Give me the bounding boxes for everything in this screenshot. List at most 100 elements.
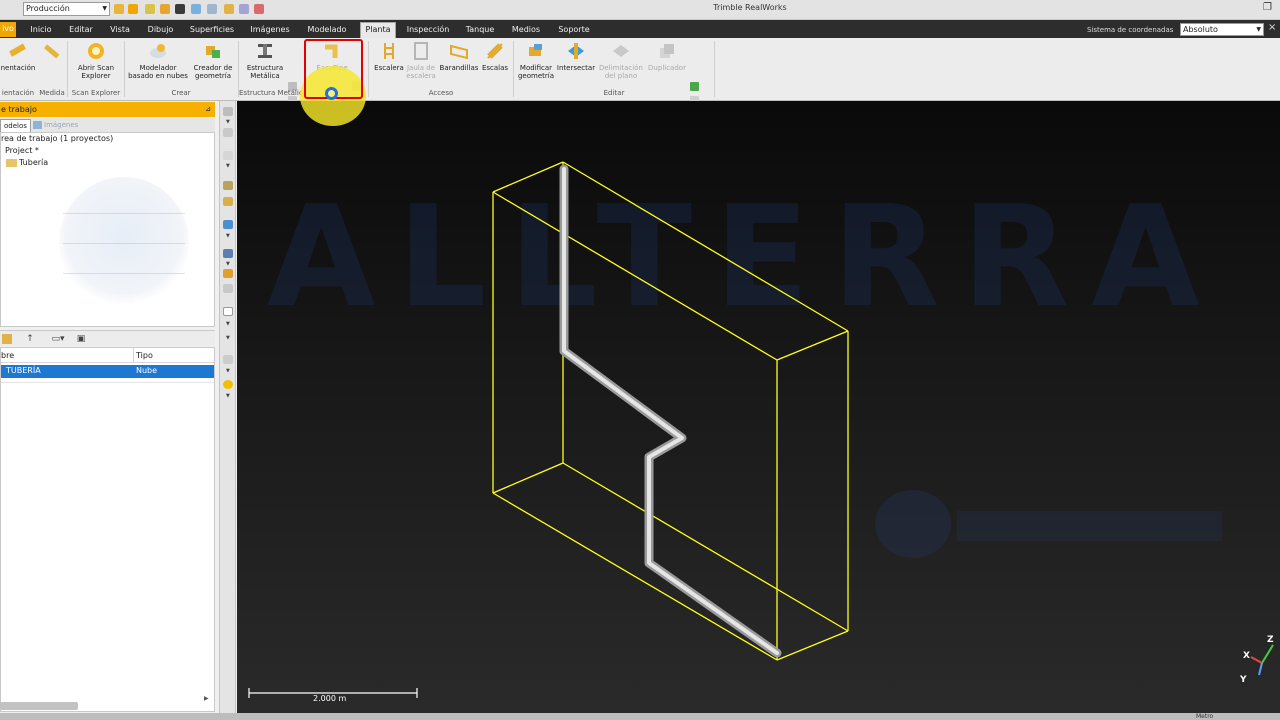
measure-button[interactable] bbox=[40, 41, 64, 64]
bounding-box bbox=[492, 161, 849, 661]
orientation-button[interactable]: nentación bbox=[0, 41, 36, 72]
warning-icon[interactable] bbox=[223, 269, 233, 278]
rotate-icon[interactable] bbox=[223, 107, 233, 116]
cloud-modeler-label: Modelador basado en nubes bbox=[128, 64, 188, 80]
ladder-button[interactable]: Escalera bbox=[372, 41, 406, 72]
column-type-header[interactable]: Tipo bbox=[136, 351, 153, 360]
status-bar bbox=[0, 713, 1280, 720]
clip-icon[interactable] bbox=[223, 355, 233, 364]
tab-editar[interactable]: Editar bbox=[65, 23, 97, 38]
tab-medios[interactable]: Medios bbox=[507, 23, 545, 38]
duplicator-label: Duplicador bbox=[648, 64, 686, 72]
chevron-down-icon[interactable]: ▼ bbox=[226, 368, 230, 374]
cloud-modeler-icon bbox=[150, 44, 166, 58]
chevron-down-icon[interactable]: ▼ bbox=[226, 321, 230, 327]
axis-gizmo[interactable]: Z X Y bbox=[1239, 635, 1274, 685]
tab-planta[interactable]: Planta bbox=[360, 22, 396, 38]
open-scan-explorer-button[interactable]: Abrir Scan Explorer bbox=[72, 41, 120, 80]
tab-file[interactable]: ivo bbox=[0, 22, 16, 37]
tab-superficies[interactable]: Superficies bbox=[186, 23, 238, 38]
zoom-icon[interactable] bbox=[223, 181, 233, 190]
tab-imagenes[interactable]: Imágenes bbox=[246, 23, 294, 38]
logo-watermark-line bbox=[63, 273, 185, 274]
tree-item-pipe[interactable]: Tubería bbox=[6, 158, 48, 167]
scroll-right-icon[interactable]: ▶ bbox=[204, 695, 214, 711]
cage-ladder-icon bbox=[414, 42, 428, 60]
duplicator-button[interactable]: Duplicador bbox=[645, 41, 689, 72]
geometry-creator-button[interactable]: Creador de geometría bbox=[191, 41, 235, 80]
measure-icon[interactable] bbox=[224, 4, 234, 14]
tab-modelado[interactable]: Modelado bbox=[302, 23, 352, 38]
window-icon[interactable] bbox=[207, 4, 217, 14]
watermark-logo-text bbox=[957, 511, 1222, 541]
tab-images[interactable]: Imágenes bbox=[30, 119, 81, 132]
3d-viewport[interactable]: ALLTERRA Z X Y 2.000 m bbox=[237, 101, 1280, 713]
up-arrow-icon[interactable]: ↑ bbox=[25, 334, 35, 344]
group-measure-label: Medida bbox=[39, 89, 65, 97]
close-icon[interactable]: × bbox=[1268, 22, 1276, 33]
tab-vista[interactable]: Vista bbox=[104, 23, 136, 38]
intersect-button[interactable]: Intersectar bbox=[556, 41, 596, 72]
table-row[interactable]: TUBERÍA Nube bbox=[1, 365, 214, 378]
box-icon[interactable] bbox=[223, 307, 233, 316]
grid-icon[interactable] bbox=[223, 284, 233, 293]
properties-icon[interactable]: ▣ bbox=[76, 334, 86, 344]
chevron-down-icon[interactable]: ▼ bbox=[226, 335, 230, 341]
group-orientation-label: ientación bbox=[1, 89, 35, 97]
scene: Z X Y bbox=[248, 161, 1274, 698]
tab-models[interactable]: odelos bbox=[0, 119, 31, 132]
column-divider[interactable] bbox=[133, 348, 134, 363]
chevron-down-icon[interactable]: ▼ bbox=[226, 393, 230, 399]
horizontal-scrollbar[interactable] bbox=[0, 702, 78, 710]
column-name-header[interactable]: bre bbox=[1, 351, 14, 360]
chevron-down-icon[interactable]: ▼ bbox=[226, 261, 230, 267]
pin-icon[interactable]: ⊿ bbox=[205, 102, 211, 117]
ladder-icon bbox=[384, 43, 394, 59]
edit-icon[interactable] bbox=[239, 4, 249, 14]
cloud-modeler-button[interactable]: Modelador basado en nubes bbox=[126, 41, 190, 80]
no-icon[interactable] bbox=[254, 4, 264, 14]
stairs-button[interactable]: Escalas bbox=[480, 41, 510, 72]
tree-item-project[interactable]: Project * bbox=[1, 146, 39, 155]
railings-button[interactable]: Barandillas bbox=[438, 41, 480, 72]
object-list: bre Tipo TUBERÍA Nube ▶ bbox=[0, 347, 215, 712]
tab-inicio[interactable]: Inicio bbox=[26, 23, 56, 38]
display-icon[interactable] bbox=[223, 220, 233, 229]
pipe-point-cloud bbox=[559, 164, 782, 658]
coordinate-system-value: Absoluto bbox=[1183, 25, 1218, 34]
image-icon[interactable] bbox=[191, 4, 201, 14]
open-project-icon[interactable] bbox=[128, 4, 138, 14]
cage-ladder-button[interactable]: Jaula de escalera bbox=[404, 41, 438, 80]
light-icon[interactable] bbox=[223, 380, 233, 389]
chevron-down-icon[interactable]: ▼ bbox=[226, 119, 230, 125]
folder-open-icon[interactable] bbox=[114, 4, 124, 14]
chevron-down-icon[interactable]: ▼ bbox=[226, 233, 230, 239]
layer-icon[interactable] bbox=[223, 249, 233, 258]
mode-select[interactable]: Producción ▼ bbox=[23, 2, 110, 16]
view-toolbar: ▼ ▼ ▼ ▼ ▼ ▼ ▼ ▼ bbox=[219, 101, 236, 713]
tree-item-workspace[interactable]: rea de trabajo (1 proyectos) bbox=[1, 134, 113, 143]
zoom-extents-icon[interactable] bbox=[223, 197, 233, 206]
group-access-label: Acceso bbox=[428, 89, 454, 97]
tab-soporte[interactable]: Soporte bbox=[553, 23, 595, 38]
coordinate-system-select[interactable]: Absoluto ▼ bbox=[1180, 23, 1264, 36]
chevron-down-icon[interactable]: ▼ bbox=[226, 163, 230, 169]
save-icon[interactable] bbox=[175, 4, 185, 14]
row-name: TUBERÍA bbox=[6, 366, 41, 375]
modify-geometry-button[interactable]: Modificar geometría bbox=[515, 41, 557, 80]
menu-bar: ivo Inicio Editar Vista Dibujo Superfici… bbox=[0, 20, 1280, 38]
pan-icon[interactable] bbox=[223, 128, 233, 137]
folder-icon[interactable] bbox=[2, 334, 12, 344]
steel-structure-button[interactable]: Estructura Metálica bbox=[242, 41, 288, 80]
tab-dibujo[interactable]: Dibujo bbox=[143, 23, 178, 38]
refresh-icon[interactable] bbox=[160, 4, 170, 14]
restore-window-button[interactable]: ❐ bbox=[1263, 2, 1272, 13]
tab-tanque[interactable]: Tanque bbox=[461, 23, 499, 38]
tab-inspeccion[interactable]: Inspección bbox=[403, 23, 453, 38]
view-options-icon[interactable]: ▭▾ bbox=[47, 334, 69, 344]
view-icon[interactable] bbox=[223, 151, 233, 160]
camera-icon[interactable] bbox=[145, 4, 155, 14]
plane-delimitation-button[interactable]: Delimitación del plano bbox=[596, 41, 646, 80]
intersect-label: Intersectar bbox=[556, 64, 596, 72]
group-edit-label: Editar bbox=[603, 89, 625, 97]
